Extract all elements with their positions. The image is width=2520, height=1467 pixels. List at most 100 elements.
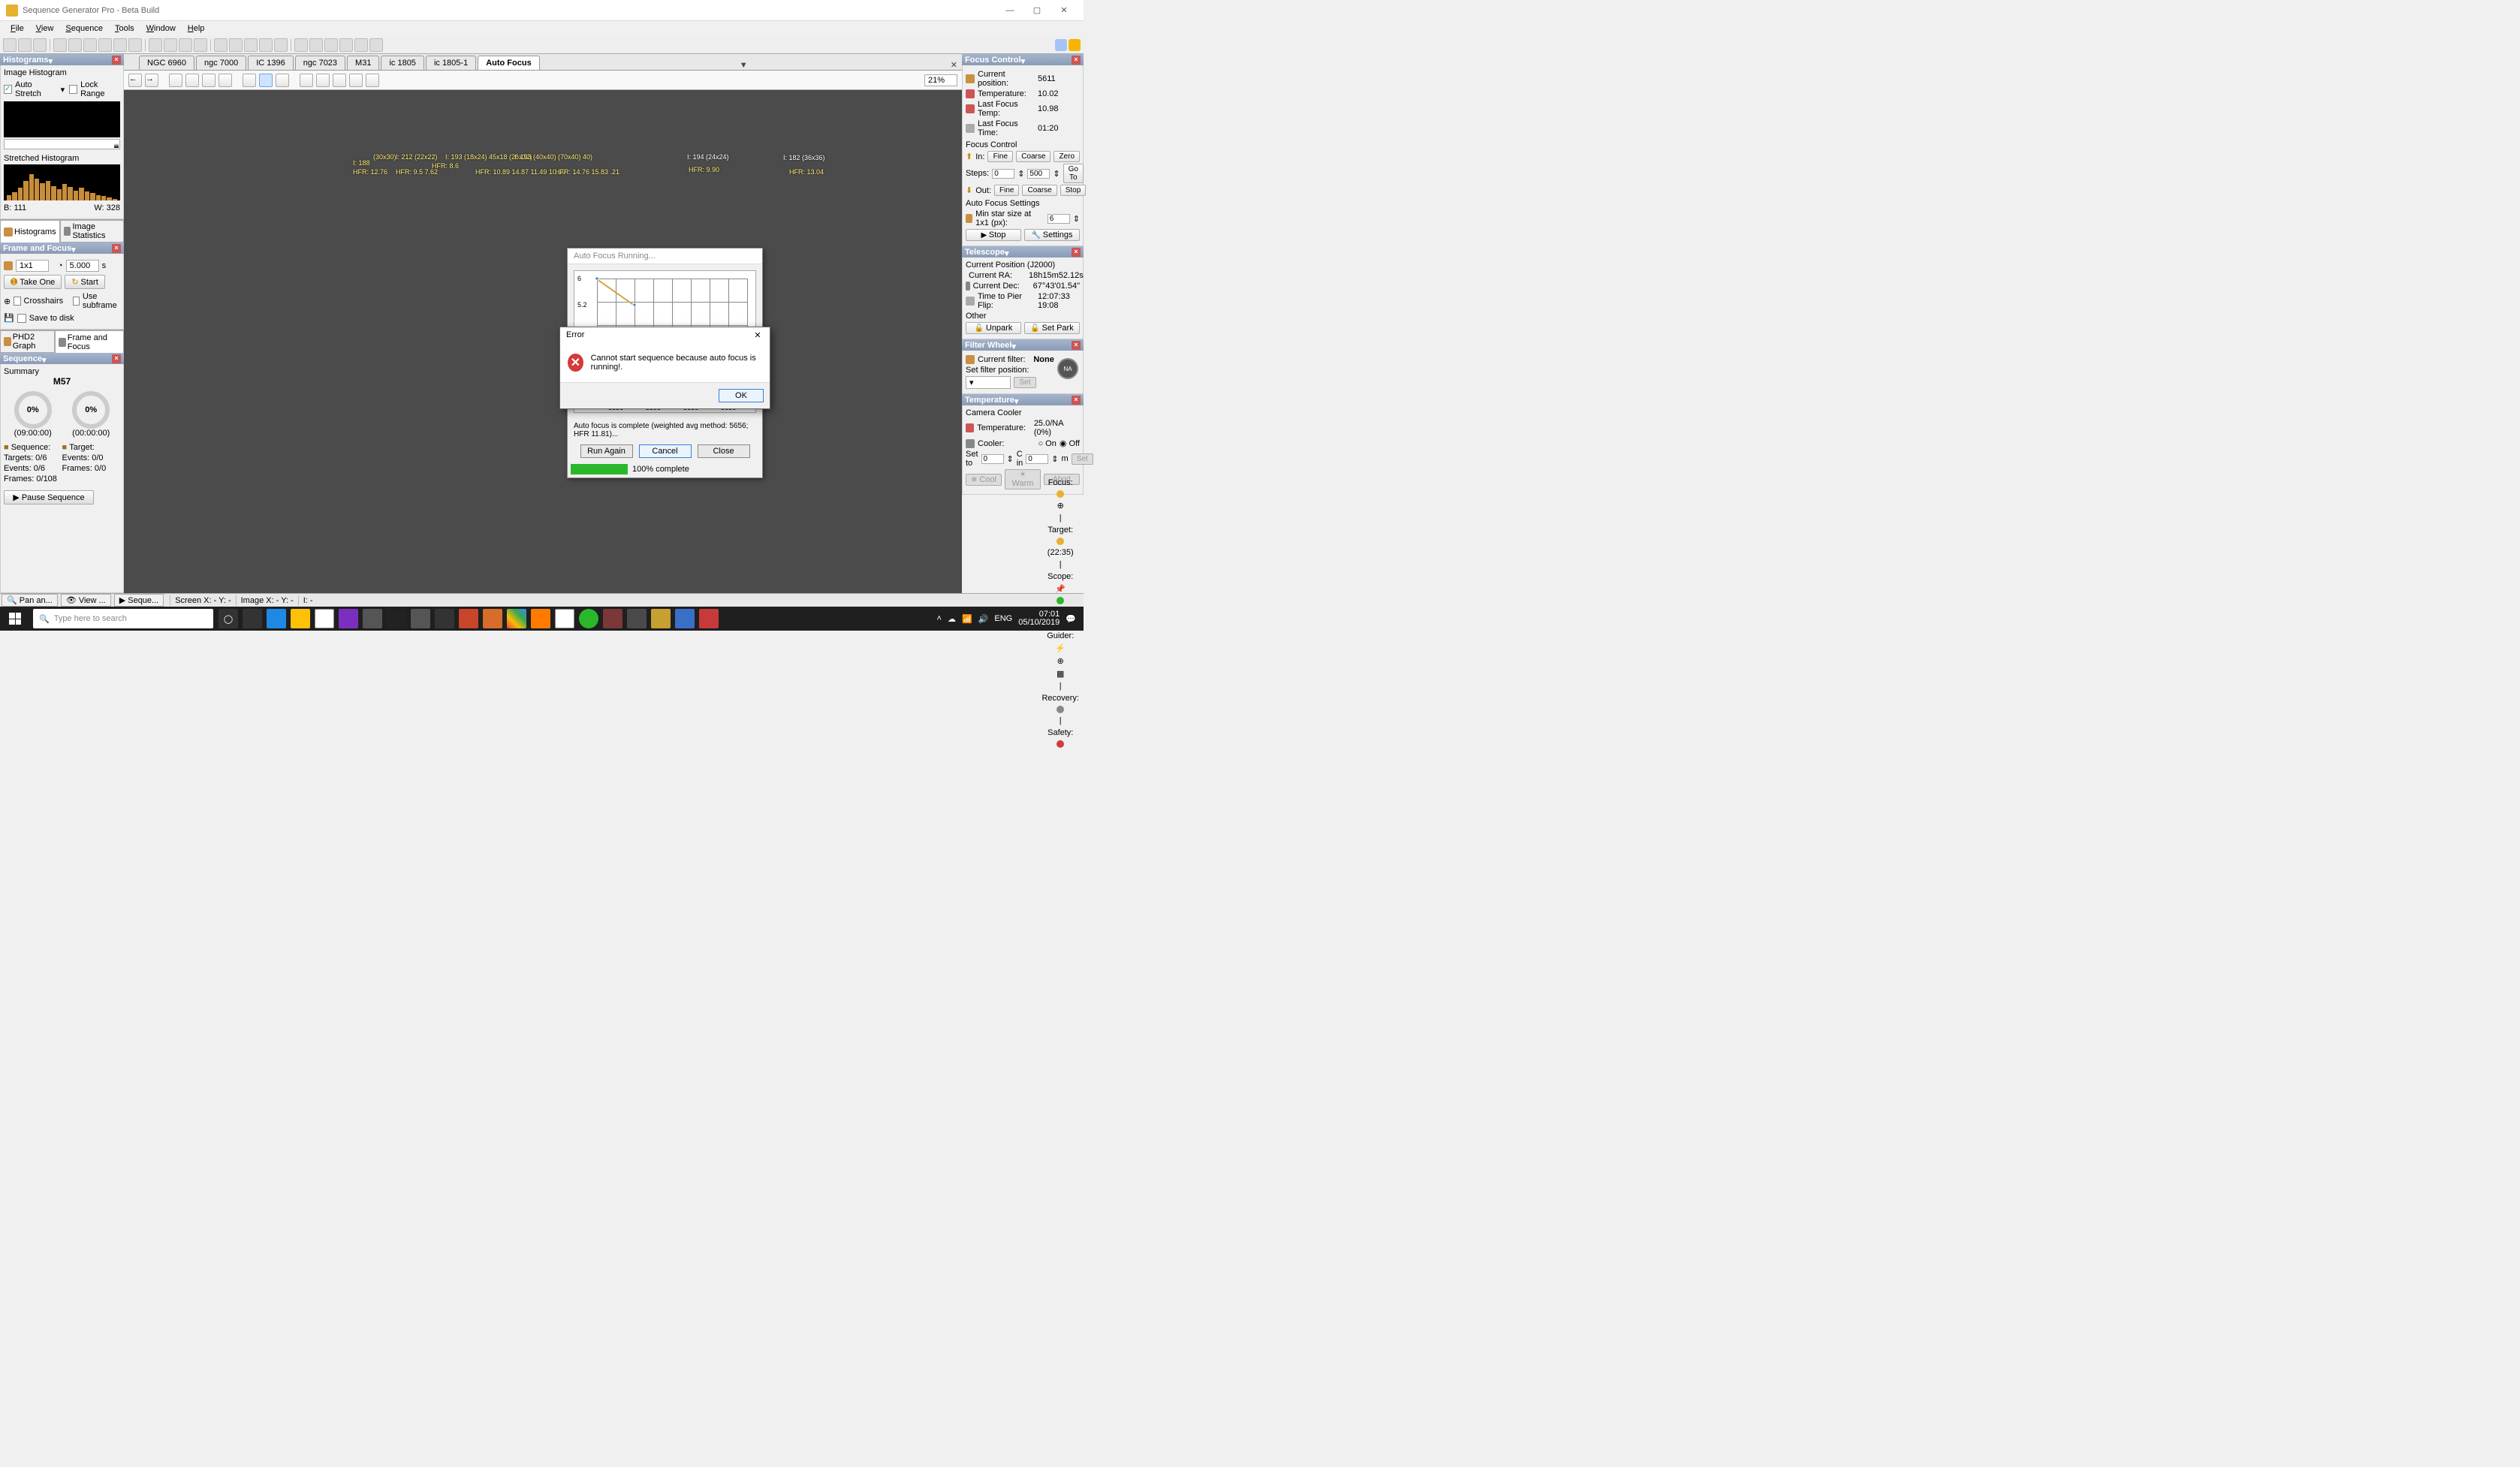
filterwheel-header[interactable]: Filter Wheel▾×	[962, 339, 1084, 351]
menu-window[interactable]: Window	[140, 23, 182, 35]
tb-sun-icon[interactable]	[309, 38, 323, 52]
hist-tool-icon[interactable]	[316, 74, 330, 87]
tab-image-statistics[interactable]: Image Statistics	[60, 220, 124, 242]
corner-icon-2[interactable]	[1069, 39, 1081, 51]
menu-tools[interactable]: Tools	[109, 23, 140, 35]
tabs-dropdown-icon[interactable]: ▼	[735, 61, 752, 70]
tb-window-icon[interactable]	[274, 38, 288, 52]
tb-cloud-icon[interactable]	[244, 38, 258, 52]
tab-ngc6960[interactable]: NGC 6960	[139, 56, 194, 70]
steps-a-input[interactable]	[992, 169, 1014, 179]
star-icon[interactable]	[349, 74, 363, 87]
pin-icon[interactable]: ▾	[1011, 342, 1019, 349]
lang-indicator[interactable]: ENG	[994, 614, 1012, 623]
taskbar-app-5[interactable]	[411, 609, 430, 628]
tb-save-icon[interactable]	[33, 38, 47, 52]
tb-sigma-icon[interactable]	[98, 38, 112, 52]
tab-ic1805[interactable]: ic 1805	[381, 56, 424, 70]
focus-control-header[interactable]: Focus Control▾×	[962, 54, 1084, 65]
cooler-on-radio[interactable]: On	[1045, 439, 1057, 448]
filter-select[interactable]: ▾	[966, 376, 1011, 389]
taskbar-app-6[interactable]	[435, 609, 454, 628]
auto-stretch-checkbox[interactable]	[4, 85, 12, 94]
zoom-100-icon[interactable]	[219, 74, 232, 87]
store-icon[interactable]	[315, 609, 334, 628]
telescope-header[interactable]: Telescope▾×	[962, 246, 1084, 258]
tray-chevron-icon[interactable]: ˄	[937, 614, 942, 623]
chrome-icon[interactable]	[507, 609, 526, 628]
zoom-fit-icon[interactable]	[202, 74, 216, 87]
zoom-level[interactable]: 21%	[924, 74, 957, 86]
taskbar-app-12[interactable]	[627, 609, 647, 628]
tb-graph-icon[interactable]	[339, 38, 353, 52]
unpark-button[interactable]: 🔓 Unpark	[966, 322, 1021, 334]
minstar-input[interactable]	[1047, 214, 1070, 224]
pin-icon[interactable]: ▾	[49, 56, 56, 64]
tab-auto-focus[interactable]: Auto Focus	[478, 56, 540, 70]
close-panel-icon[interactable]: ×	[112, 354, 121, 363]
sequence-button[interactable]: ▶ Seque...	[114, 594, 164, 607]
globe-icon[interactable]	[276, 74, 289, 87]
nav-back-icon[interactable]: ←	[128, 74, 142, 87]
fine-out-button[interactable]: Fine	[994, 185, 1019, 196]
corner-icon-1[interactable]	[1055, 39, 1067, 51]
run-again-button[interactable]: Run Again	[580, 444, 633, 458]
af-title[interactable]: Auto Focus Running...	[568, 249, 762, 264]
set-filter-button[interactable]: Set	[1014, 377, 1036, 388]
save-image-icon[interactable]	[366, 74, 379, 87]
setpark-button[interactable]: 🔓 Set Park	[1024, 322, 1080, 334]
explorer-icon[interactable]	[291, 609, 310, 628]
nav-fwd-icon[interactable]: →	[145, 74, 158, 87]
taskview-icon[interactable]: ◯	[219, 609, 238, 628]
error-close-icon[interactable]: ✕	[752, 330, 764, 340]
tb-target-icon[interactable]	[294, 38, 308, 52]
tb-wand-icon[interactable]	[214, 38, 228, 52]
menu-help[interactable]: Help	[182, 23, 211, 35]
system-tray[interactable]: ˄ ☁ 📶 🔊 ENG 07:01 05/10/2019 💬	[930, 610, 1084, 627]
close-button[interactable]: ✕	[1051, 0, 1078, 21]
maximize-button[interactable]: ▢	[1023, 0, 1051, 21]
taskbar-app-8[interactable]	[483, 609, 502, 628]
mail-icon[interactable]	[555, 609, 574, 628]
fine-in-button[interactable]: Fine	[987, 151, 1013, 162]
tab-ic1396[interactable]: IC 1396	[248, 56, 294, 70]
taskbar-app-4[interactable]	[387, 609, 406, 628]
network-icon[interactable]: 📶	[962, 614, 972, 624]
clock-date[interactable]: 05/10/2019	[1018, 619, 1060, 627]
af-settings-button[interactable]: 🔧 Settings	[1024, 229, 1080, 241]
pin-icon[interactable]: ▾	[1005, 249, 1012, 256]
menu-view[interactable]: View	[30, 23, 60, 35]
binning-select[interactable]: 1x1	[16, 260, 49, 272]
af-stop-button[interactable]: ▶ Stop	[966, 229, 1021, 241]
image-viewport[interactable]: I: 188(30x30)HFR: 12.76I: 212 (22x22)HFR…	[176, 90, 909, 593]
steps-b-input[interactable]	[1027, 169, 1050, 179]
setto-time-input[interactable]	[1026, 454, 1048, 464]
tb-gear2-icon[interactable]	[164, 38, 177, 52]
tb-new-icon[interactable]	[3, 38, 17, 52]
tb-gear-icon[interactable]	[149, 38, 162, 52]
target-tool-icon[interactable]	[333, 74, 346, 87]
goto-button[interactable]: Go To	[1063, 164, 1084, 183]
save-disk-checkbox[interactable]	[17, 314, 26, 323]
close-panel-icon[interactable]: ×	[1072, 341, 1081, 350]
close-panel-icon[interactable]: ×	[112, 244, 121, 253]
setto-temp-input[interactable]	[981, 454, 1004, 464]
cooler-off-radio[interactable]: Off	[1069, 439, 1080, 448]
tb-hist-icon[interactable]	[83, 38, 97, 52]
taskbar-app-13[interactable]	[675, 609, 695, 628]
black-slider[interactable]	[4, 139, 120, 149]
tb-phone-icon[interactable]	[259, 38, 273, 52]
taskbar-app-3[interactable]	[363, 609, 382, 628]
tb-grid-icon[interactable]	[369, 38, 383, 52]
taskbar-app-11[interactable]	[603, 609, 622, 628]
cool-button[interactable]: ❄ Cool	[966, 474, 1002, 486]
take-one-button[interactable]: ➊Take One	[4, 275, 62, 289]
tab-frame-focus[interactable]: Frame and Focus	[55, 330, 124, 353]
pin-icon[interactable]: ▾	[42, 355, 50, 363]
taskbar-app-1[interactable]	[243, 609, 262, 628]
crosshairs-checkbox[interactable]	[14, 297, 20, 306]
taskbar-app-14[interactable]	[699, 609, 719, 628]
menu-sequence[interactable]: Sequence	[59, 23, 109, 35]
start-button[interactable]: ↻Start	[65, 275, 104, 289]
zoom-out-icon[interactable]	[185, 74, 199, 87]
